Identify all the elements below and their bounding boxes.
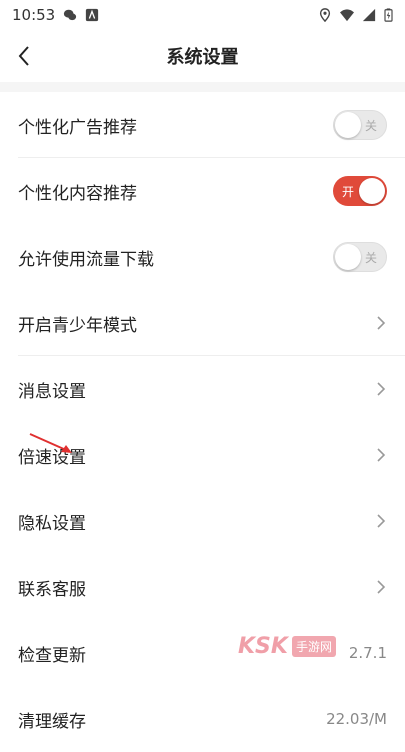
setting-privacy[interactable]: 隐私设置 (0, 488, 405, 554)
wifi-icon (340, 9, 354, 22)
setting-label: 清理缓存 (18, 711, 86, 732)
mobile-data-download-toggle[interactable]: 关 (333, 242, 387, 272)
setting-messages[interactable]: 消息设置 (0, 356, 405, 422)
cache-size-value: 22.03/M (326, 710, 387, 728)
toggle-state-text: 关 (364, 250, 377, 265)
toggle-state-text: 开 (342, 184, 355, 199)
status-left: 10:53 (12, 6, 99, 24)
setting-label: 个性化广告推荐 (18, 117, 137, 138)
page-title: 系统设置 (166, 47, 239, 68)
nav-bar: 系统设置 (0, 30, 405, 83)
chevron-right-icon (377, 448, 386, 462)
setting-label: 开启青少年模式 (18, 315, 137, 336)
setting-label: 倍速设置 (18, 447, 86, 468)
personalized-content-toggle[interactable]: 开 (333, 176, 387, 206)
battery-icon (384, 8, 393, 22)
toggle-knob (335, 112, 361, 138)
app-notification-icon (86, 8, 99, 22)
setting-teen-mode[interactable]: 开启青少年模式 (0, 290, 405, 356)
setting-clear-cache[interactable]: 清理缓存 22.03/M (0, 686, 405, 752)
setting-label: 隐私设置 (18, 513, 86, 534)
chevron-right-icon (377, 382, 386, 396)
setting-label: 个性化内容推荐 (18, 183, 137, 204)
cellular-signal-icon (362, 8, 376, 22)
toggle-state-text: 关 (364, 118, 377, 133)
watermark-text: KSK (238, 633, 288, 659)
wechat-icon (64, 9, 77, 21)
status-right (318, 8, 393, 22)
location-icon (319, 8, 331, 22)
toggle-knob (335, 244, 361, 270)
toggle-knob (359, 178, 385, 204)
setting-playback-speed[interactable]: 倍速设置 (0, 422, 405, 488)
chevron-right-icon (377, 514, 386, 528)
setting-label: 消息设置 (18, 381, 86, 402)
section-divider (0, 82, 405, 92)
personalized-ads-toggle[interactable]: 关 (333, 110, 387, 140)
chevron-right-icon (377, 316, 386, 330)
watermark: KSK 手游网 (238, 632, 348, 660)
status-bar: 10:53 (0, 0, 405, 30)
watermark-badge: 手游网 (291, 635, 336, 657)
setting-label: 允许使用流量下载 (18, 249, 154, 270)
setting-mobile-data-download[interactable]: 允许使用流量下载 关 (0, 224, 405, 290)
setting-personalized-ads[interactable]: 个性化广告推荐 关 (0, 92, 405, 158)
setting-customer-service[interactable]: 联系客服 (0, 554, 405, 620)
back-button[interactable] (10, 42, 38, 70)
back-arrow-icon (18, 46, 29, 66)
setting-personalized-content[interactable]: 个性化内容推荐 开 (0, 158, 405, 224)
version-value: 2.7.1 (348, 644, 387, 662)
setting-label: 联系客服 (18, 579, 86, 600)
setting-label: 检查更新 (18, 645, 86, 666)
chevron-right-icon (377, 580, 386, 594)
status-time: 10:53 (12, 6, 56, 24)
